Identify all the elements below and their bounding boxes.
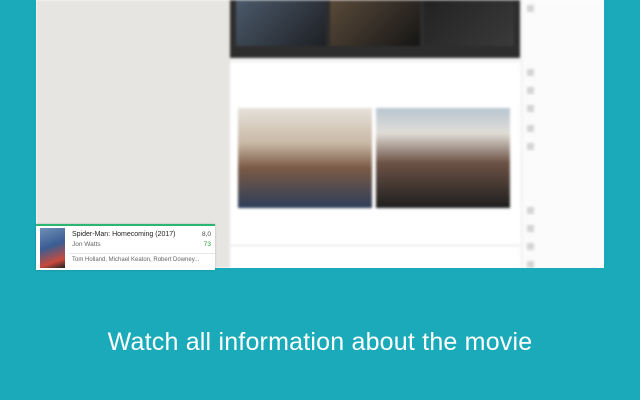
sidebar-row (527, 224, 601, 234)
movie-poster (40, 228, 65, 268)
gallery-thumb (424, 0, 514, 46)
article-photo-2 (376, 108, 510, 208)
sidebar-row (527, 206, 601, 216)
article-headline (238, 70, 241, 80)
divider (230, 245, 520, 246)
movie-title[interactable]: Spider-Man: Homecoming (2017) (72, 231, 176, 238)
divider (69, 253, 215, 254)
sidebar-row (527, 242, 601, 252)
movie-director: Jon Watts (72, 241, 101, 248)
gallery-strip (230, 0, 520, 58)
divider (230, 60, 520, 62)
sidebar-row (527, 124, 601, 134)
promo-tagline: Watch all information about the movie (107, 328, 533, 356)
gallery-thumb (236, 0, 326, 46)
sidebar-row (527, 68, 601, 78)
article-photo-1 (238, 108, 372, 208)
movie-cast: Tom Holland, Michael Keaton, Robert Down… (72, 257, 200, 263)
sidebar-row (527, 104, 601, 114)
movie-info-card[interactable]: Spider-Man: Homecoming (2017) Jon Watts … (36, 224, 215, 270)
user-rating: 8,0 (201, 231, 211, 238)
sidebar-row (527, 142, 601, 152)
right-sidebar (521, 0, 604, 268)
sidebar-row (527, 86, 601, 96)
article-column (230, 0, 556, 268)
gallery-thumb (330, 0, 420, 46)
metascore: 73 (203, 241, 211, 248)
sidebar-row (527, 4, 601, 14)
sidebar-row (527, 260, 601, 268)
